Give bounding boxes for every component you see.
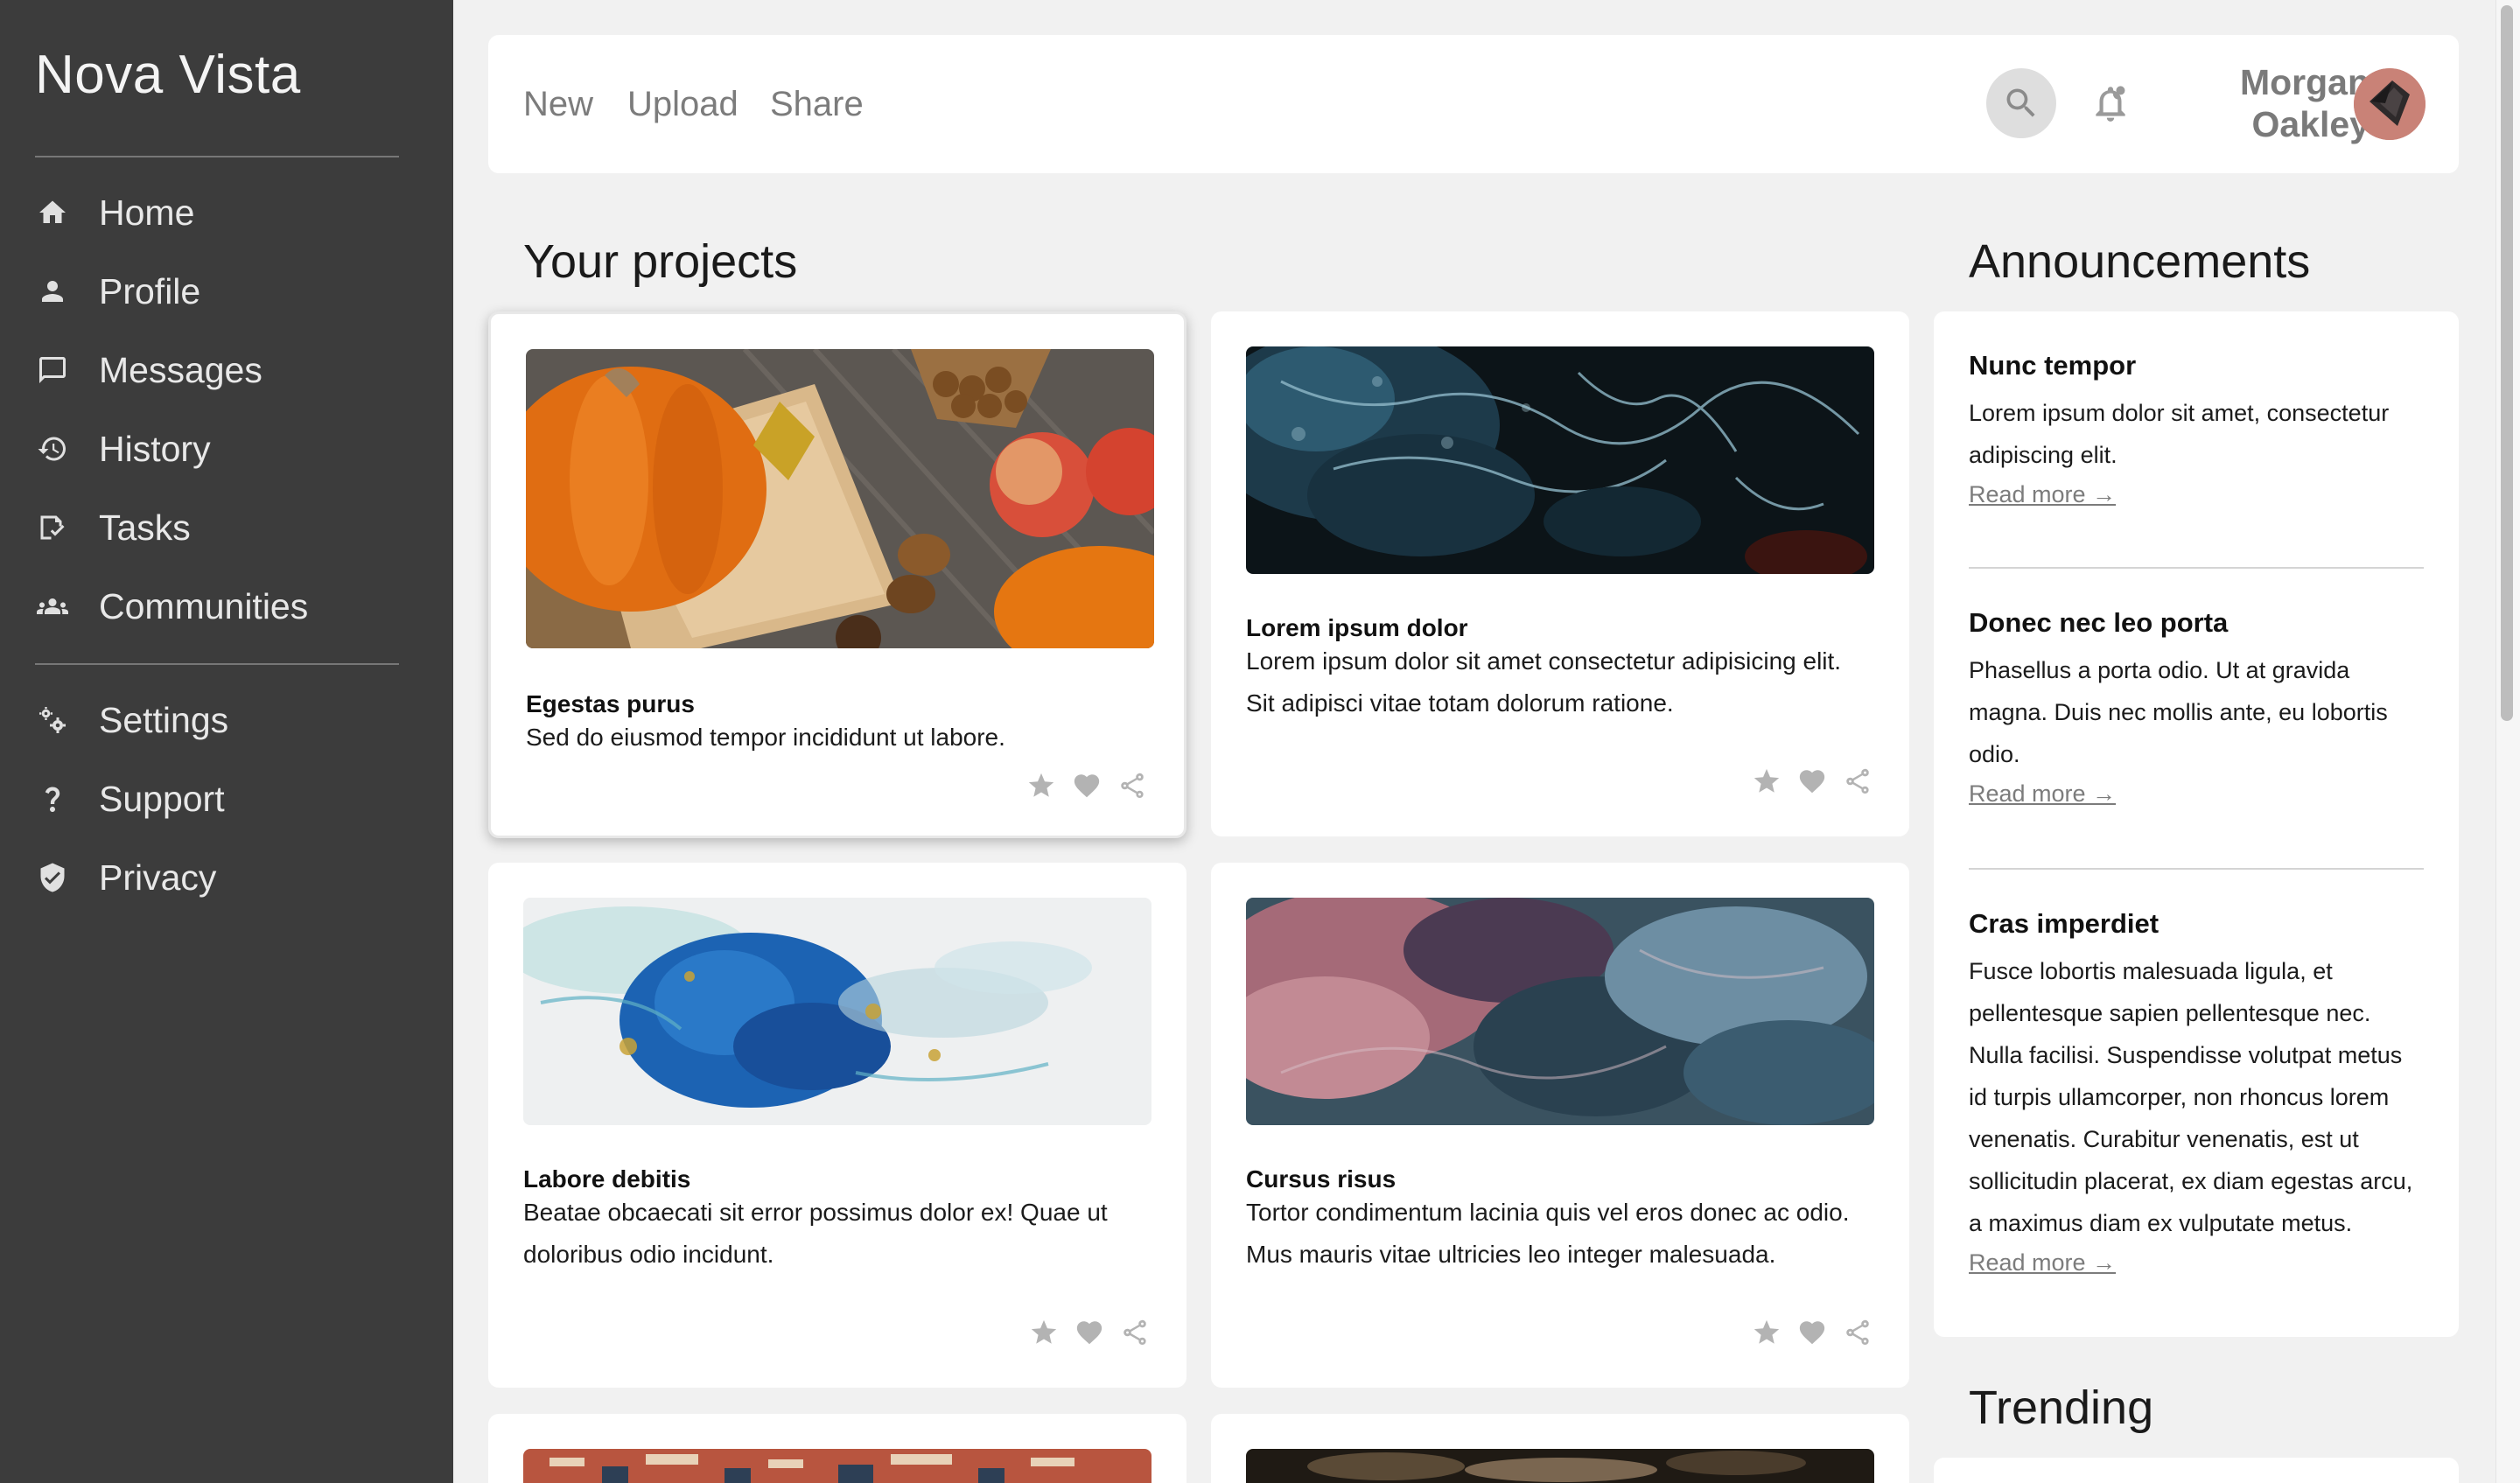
sidebar-item-label: Tasks (99, 507, 191, 548)
announcements-panel: Nunc tempor Lorem ipsum dolor sit amet, … (1934, 311, 2459, 1337)
project-image (523, 1449, 1152, 1483)
project-description: Sed do eiusmod tempor incididunt ut labo… (526, 724, 1005, 751)
sidebar-item-settings[interactable]: Settings (35, 685, 420, 755)
user-first-name: Morgan (2239, 62, 2370, 102)
project-description: Beatae obcaecati sit error possimus dolo… (523, 1199, 1108, 1268)
sidebar-item-privacy[interactable]: Privacy (35, 843, 420, 913)
notification-button[interactable] (2082, 75, 2138, 131)
star-icon[interactable] (1027, 1316, 1060, 1349)
star-icon[interactable] (1750, 765, 1783, 798)
announcement-body: Fusce lobortis malesuada ligula, et pell… (1969, 958, 2413, 1236)
group-icon (35, 589, 70, 624)
sidebar-item-label: Settings (99, 699, 229, 740)
project-image (1246, 346, 1874, 574)
read-more-link[interactable]: Read more → (1969, 780, 2116, 808)
tab-upload[interactable]: Upload (627, 35, 738, 173)
announcement-item: Nunc tempor Lorem ipsum dolor sit amet, … (1969, 350, 2424, 508)
announcements-heading: Announcements (1969, 235, 2311, 288)
project-title: Cursus risus (1246, 1165, 1396, 1193)
announcement-item: Donec nec leo porta Phasellus a porta od… (1969, 607, 2424, 808)
announcement-title: Cras imperdiet (1969, 908, 2160, 939)
trending-heading: Trending (1969, 1382, 2154, 1434)
heart-icon[interactable] (1796, 765, 1829, 798)
heart-icon[interactable] (1796, 1316, 1829, 1349)
announcement-divider (1969, 567, 2424, 569)
shield-icon (35, 860, 70, 895)
tab-share[interactable]: Share (770, 35, 864, 173)
star-icon[interactable] (1750, 1316, 1783, 1349)
project-title: Labore debitis (523, 1165, 691, 1193)
sidebar-item-home[interactable]: Home (35, 178, 420, 248)
star-icon[interactable] (1025, 769, 1058, 802)
project-description: Tortor condimentum lacinia quis vel eros… (1246, 1199, 1850, 1268)
sidebar-item-label: Profile (99, 270, 201, 311)
sidebar-item-profile[interactable]: Profile (35, 256, 420, 326)
sidebar-item-history[interactable]: History (35, 414, 420, 484)
user-name[interactable]: Morgan Oakley (2212, 61, 2370, 145)
project-card[interactable] (488, 1414, 1186, 1483)
scrollbar-thumb[interactable] (2501, 5, 2513, 721)
home-icon (35, 195, 70, 230)
project-card[interactable]: Cursus risus Tortor condimentum lacinia … (1211, 863, 1909, 1388)
tab-new[interactable]: New (523, 35, 593, 173)
sidebar-item-label: Privacy (99, 857, 217, 898)
sidebar-item-messages[interactable]: Messages (35, 335, 420, 405)
card-actions (1750, 765, 1874, 798)
share-icon[interactable] (1116, 769, 1149, 802)
person-icon (35, 274, 70, 309)
tasks-icon (35, 510, 70, 545)
trending-panel (1934, 1458, 2459, 1483)
question-icon (35, 781, 70, 816)
sidebar: Nova Vista Home Profile Messages History… (0, 0, 453, 1483)
project-card[interactable]: Labore debitis Beatae obcaecati sit erro… (488, 863, 1186, 1388)
share-icon[interactable] (1118, 1316, 1152, 1349)
share-icon[interactable] (1841, 1316, 1874, 1349)
sidebar-item-label: Support (99, 778, 225, 819)
sidebar-item-label: History (99, 428, 211, 469)
sidebar-item-label: Messages (99, 349, 262, 390)
project-image (1246, 1449, 1874, 1483)
card-actions (1750, 1316, 1874, 1349)
gear-icon (35, 703, 70, 738)
top-bar: New Upload Share Morgan Oakley (488, 35, 2459, 173)
project-image (1246, 898, 1874, 1125)
project-title: Lorem ipsum dolor (1246, 614, 1468, 641)
announcement-title: Donec nec leo porta (1969, 607, 2229, 638)
bell-icon (2089, 81, 2132, 125)
project-description: Lorem ipsum dolor sit amet consectetur a… (1246, 647, 1842, 717)
history-icon (35, 431, 70, 466)
project-title: Egestas purus (526, 690, 695, 717)
share-icon[interactable] (1841, 765, 1874, 798)
project-image (523, 898, 1152, 1125)
project-card[interactable] (1211, 1414, 1909, 1483)
announcement-divider (1969, 868, 2424, 870)
sidebar-item-label: Communities (99, 585, 309, 626)
sidebar-item-support[interactable]: Support (35, 764, 420, 834)
sidebar-item-label: Home (99, 192, 195, 233)
read-more-link[interactable]: Read more → (1969, 481, 2116, 508)
card-actions (1027, 1316, 1152, 1349)
announcement-body: Lorem ipsum dolor sit amet, consectetur … (1969, 400, 2390, 468)
project-card[interactable]: Lorem ipsum dolor Lorem ipsum dolor sit … (1211, 311, 1909, 836)
announcement-title: Nunc tempor (1969, 350, 2137, 381)
project-card[interactable]: Egestas purus Sed do eiusmod tempor inci… (488, 311, 1186, 838)
sidebar-divider (35, 156, 399, 157)
announcement-item: Cras imperdiet Fusce lobortis malesuada … (1969, 908, 2424, 1277)
user-last-name: Oakley (2251, 104, 2370, 144)
heart-icon[interactable] (1073, 1316, 1106, 1349)
brand-title: Nova Vista (35, 45, 301, 105)
projects-heading: Your projects (523, 235, 798, 288)
project-image (526, 349, 1154, 648)
sidebar-item-tasks[interactable]: Tasks (35, 493, 420, 563)
heart-icon[interactable] (1070, 769, 1103, 802)
card-actions (1025, 769, 1149, 802)
sidebar-item-communities[interactable]: Communities (35, 571, 420, 641)
chat-icon (35, 353, 70, 388)
avatar[interactable] (2354, 68, 2426, 140)
read-more-link[interactable]: Read more → (1969, 1249, 2116, 1277)
sidebar-divider (35, 663, 399, 665)
search-icon (2002, 84, 2040, 122)
search-button[interactable] (1986, 68, 2056, 138)
announcement-body: Phasellus a porta odio. Ut at gravida ma… (1969, 657, 2388, 767)
